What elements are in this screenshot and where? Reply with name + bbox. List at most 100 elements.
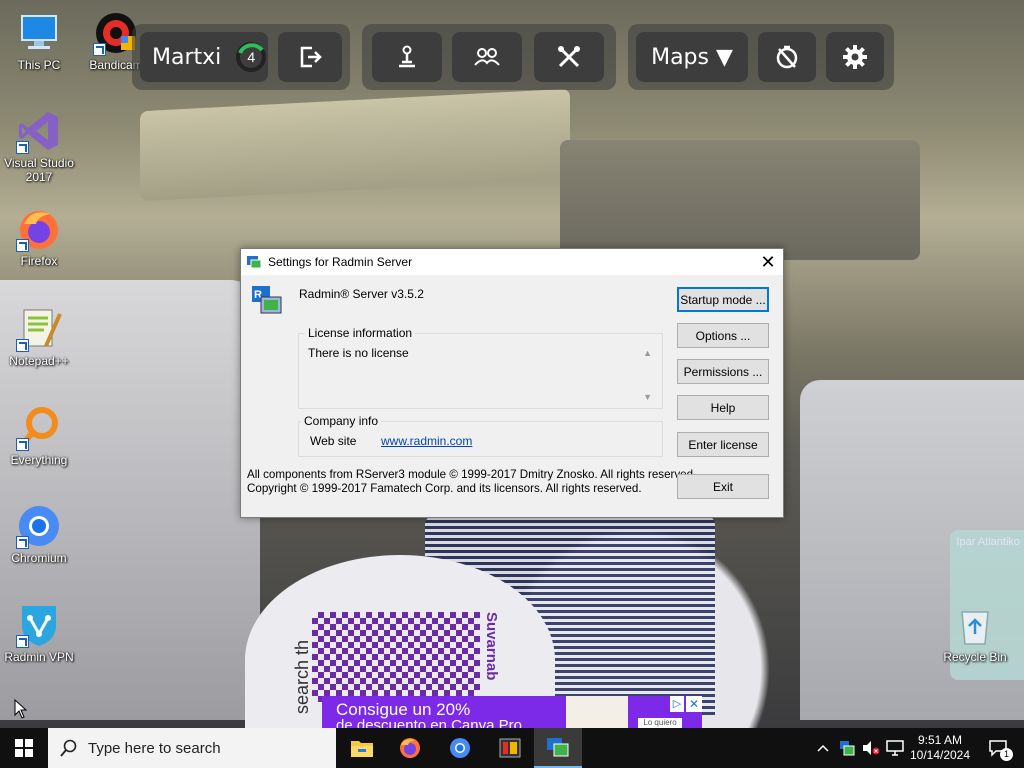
volume-muted-icon [863,741,880,755]
ad-line-2: de descuento en Canva Pro [336,717,522,728]
website-link[interactable]: www.radmin.com [381,434,472,448]
background-qr-text: Suvarnab [483,612,500,681]
desktop-icon-everything[interactable]: Everything [0,405,78,467]
product-name: Radmin® Server v3.5.2 [299,287,424,301]
windows-logo-icon [15,739,33,757]
taskbar-radmin-server[interactable] [534,728,582,768]
notification-badge: 1 [1000,748,1013,761]
exit-dialog-button[interactable]: Exit [677,474,769,499]
desktop-icon-label: Everything [10,453,68,467]
close-button[interactable]: ✕ [753,249,783,275]
maps-dropdown[interactable]: Maps ▼ [636,32,748,82]
network-icon [886,740,904,756]
group-icon [474,48,500,66]
tray-network[interactable] [884,728,906,768]
taskbar-chromium[interactable] [436,728,484,768]
exit-button[interactable] [278,32,342,82]
dialog-titlebar[interactable]: Settings for Radmin Server ✕ [241,249,783,275]
website-label: Web site [310,434,357,448]
options-button[interactable]: Options ... [677,323,769,348]
search-placeholder: Type here to search [88,739,221,757]
clock-time: 9:51 AM [917,733,963,747]
action-center-button[interactable]: 1 [978,728,1018,768]
tray-overflow-button[interactable] [812,728,834,768]
overlay-tools-group [362,24,616,90]
startup-mode-button[interactable]: Startup mode ... [677,287,769,312]
radmin-vpn-icon [16,602,62,648]
permissions-button[interactable]: Permissions ... [677,359,769,384]
desktop-icon-chromium[interactable]: Chromium [0,503,78,565]
tray-radmin-icon[interactable] [836,728,858,768]
settings-button[interactable] [826,32,884,82]
shortcut-arrow-icon [16,536,29,549]
desktop-icon-this-pc[interactable]: This PC [0,10,78,72]
timer-button[interactable] [758,32,816,82]
maps-label: Maps ▼ [651,44,733,70]
location-button[interactable] [372,32,442,82]
overlay-user-group: Martxi 4 [132,24,350,90]
background-qr-code [312,612,480,702]
user-name: Martxi [152,44,222,70]
clock-date: 10/14/2024 [909,748,971,762]
gear-icon [843,45,867,69]
chromium-icon [16,503,62,549]
tools-button[interactable] [534,32,604,82]
copyright-line-2: Copyright © 1999-2017 Famatech Corp. and… [247,482,642,495]
ad-cta-button[interactable]: Lo quiero [638,718,682,728]
start-button[interactable] [0,728,48,768]
desktop-icon-label: Visual Studio 2017 [4,156,74,184]
desktop-icon-label: Firefox [20,254,58,268]
desktop-icon-firefox[interactable]: Firefox [0,206,78,268]
chevron-up-icon [817,744,829,752]
taskbar-bandicam[interactable] [486,728,534,768]
chromium-icon [450,738,470,758]
visual-studio-icon [16,108,62,154]
taskbar-search-box[interactable]: Type here to search [48,728,336,768]
radmin-server-icon [247,256,262,269]
user-button[interactable]: Martxi 4 [140,32,268,82]
desktop-icon-label: Radmin VPN [4,650,74,664]
shortcut-arrow-icon [16,141,29,154]
license-text: There is no license [308,346,409,360]
taskbar: Type here to search 9:51 AM 10/14/2024 1 [0,728,1024,768]
desktop-icon-radmin-vpn[interactable]: Radmin VPN [0,602,78,664]
bandicam-taskbar-icon [499,738,521,758]
group-button[interactable] [452,32,522,82]
desktop-icon-label: Chromium [11,551,67,565]
computer-icon [16,10,62,56]
shortcut-arrow-icon [16,635,29,648]
everything-search-icon [16,405,62,451]
background-overhead-bin [140,88,570,202]
overlay-settings-group: Maps ▼ [628,24,894,90]
shortcut-arrow-icon [93,43,106,56]
scroll-up-icon[interactable]: ▲ [643,348,652,358]
background-search-text: search th [292,640,312,715]
scroll-down-icon[interactable]: ▼ [643,392,652,402]
tray-clock[interactable]: 9:51 AM 10/14/2024 [908,728,972,768]
background-tag-text: Ipar Atlantiko [956,536,1020,548]
taskbar-file-explorer[interactable] [338,728,386,768]
ad-close-icon[interactable]: ✕ [686,696,702,712]
counter-ring-icon: 4 [235,41,267,73]
desktop-icon-visual-studio[interactable]: Visual Studio 2017 [0,108,78,184]
radmin-settings-dialog: Settings for Radmin Server ✕ R Radmin® S… [240,248,784,518]
notepad-plus-plus-icon [16,306,62,352]
ad-choices-icon[interactable]: ▷ [670,696,684,712]
firefox-icon [16,206,62,252]
license-group: License information There is no license … [298,326,663,409]
search-icon [60,739,77,757]
desktop-icon-label: Notepad++ [9,354,69,368]
shortcut-arrow-icon [16,339,29,352]
ad-banner[interactable]: Consigue un 20% de descuento en Canva Pr… [322,696,702,728]
person-pin-icon [399,45,415,68]
help-button[interactable]: Help [677,395,769,420]
company-group: Company info Web site www.radmin.com [298,414,663,457]
desktop-icon-notepad-plus-plus[interactable]: Notepad++ [0,306,78,368]
recycle-bin-icon [952,602,998,648]
taskbar-firefox[interactable] [386,728,434,768]
enter-license-button[interactable]: Enter license [677,432,769,457]
tray-volume[interactable] [860,728,882,768]
desktop-icon-recycle-bin[interactable]: Recycle Bin [936,602,1014,664]
desktop-icon-label: Recycle Bin [943,650,1007,664]
radmin-tray-icon [840,741,855,756]
